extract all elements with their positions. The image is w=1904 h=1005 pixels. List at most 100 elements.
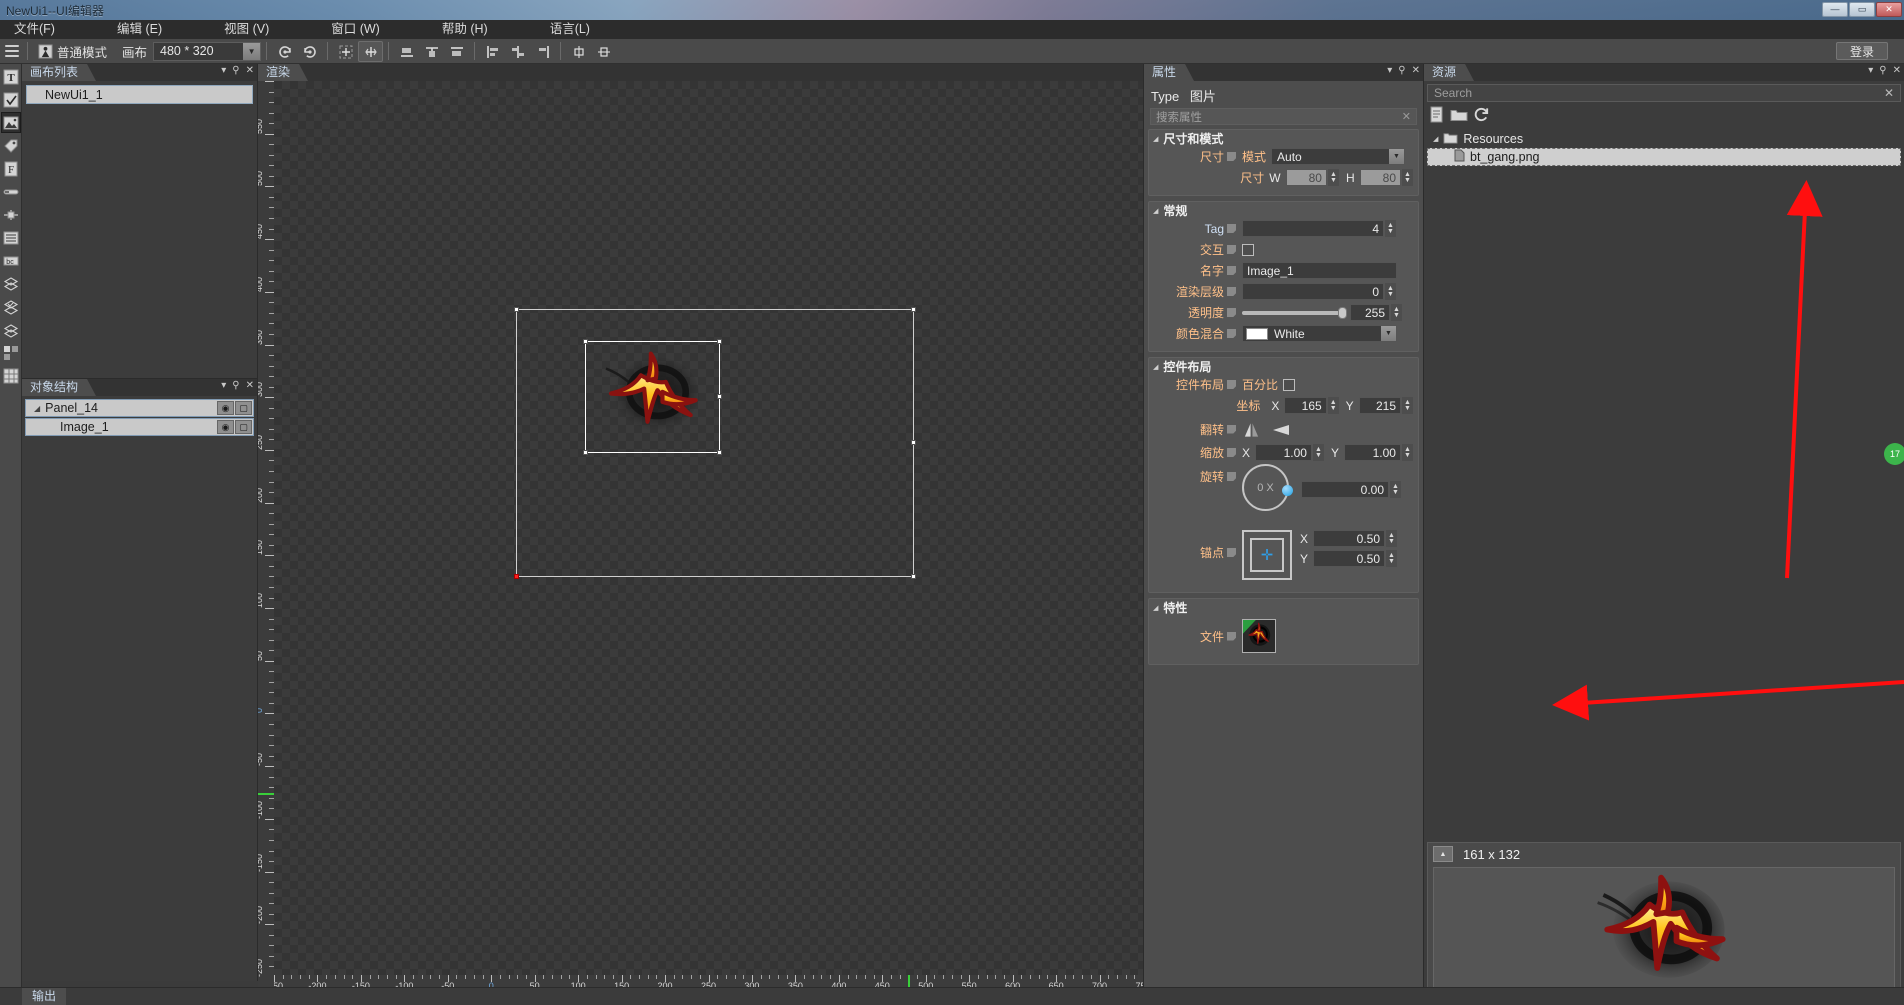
undo-button[interactable]: [272, 41, 297, 62]
keyframe-icon[interactable]: [1227, 631, 1236, 641]
flip-vertical-icon[interactable]: [1270, 421, 1289, 438]
image-tool-button[interactable]: [0, 112, 21, 133]
percent-checkbox[interactable]: [1283, 378, 1296, 391]
minimize-button[interactable]: —: [1822, 2, 1848, 17]
height-field[interactable]: 80: [1359, 169, 1401, 186]
slider-tool-button[interactable]: [1, 204, 21, 225]
name-field[interactable]: Image_1: [1242, 262, 1397, 279]
canvas-list-item[interactable]: NewUi1_1: [26, 85, 253, 104]
slider-thumb[interactable]: [1338, 306, 1347, 319]
img-handle-mr[interactable]: [717, 394, 722, 399]
menu-language[interactable]: 语言(L): [540, 20, 600, 39]
rotation-stepper[interactable]: ▲ ▼: [1390, 481, 1401, 498]
lock-icon[interactable]: ▢: [235, 401, 252, 415]
menu-view[interactable]: 视图 (V): [214, 20, 279, 39]
keyframe-icon[interactable]: [1227, 224, 1236, 233]
align-bottom-button[interactable]: [394, 41, 419, 62]
width-field[interactable]: 80: [1285, 169, 1327, 186]
menu-hamburger-icon[interactable]: [2, 40, 22, 62]
login-button[interactable]: 登录: [1836, 42, 1888, 60]
menu-edit[interactable]: 编辑 (E): [107, 20, 172, 39]
scale-x-stepper[interactable]: ▲ ▼: [1312, 444, 1324, 461]
scale-x-field[interactable]: 1.00: [1255, 444, 1312, 461]
tree-row-panel[interactable]: ◢ Panel_14 ◉ ▢: [25, 399, 254, 417]
tab-canvas-list[interactable]: 画布列表: [22, 64, 96, 81]
layers-check-tool-button[interactable]: [1, 296, 21, 317]
width-stepper[interactable]: ▲ ▼: [1327, 169, 1339, 186]
scale-y-field[interactable]: 1.00: [1344, 444, 1401, 461]
anchor-picker[interactable]: ✛: [1242, 530, 1292, 580]
tab-properties[interactable]: 属性: [1144, 64, 1194, 81]
redo-button[interactable]: [297, 41, 322, 62]
img-handle-br[interactable]: [717, 450, 722, 455]
close-icon[interactable]: ✕: [246, 380, 254, 392]
opacity-slider[interactable]: [1242, 306, 1347, 319]
collapse-icon[interactable]: ◢: [1153, 604, 1158, 612]
progressbar-tool-button[interactable]: [1, 181, 21, 202]
property-search-input[interactable]: 搜索属性 ✕: [1150, 108, 1417, 125]
lock-icon[interactable]: ▢: [235, 420, 252, 434]
notification-badge[interactable]: 17: [1884, 443, 1904, 465]
rotation-dial[interactable]: 0 X: [1242, 464, 1293, 511]
close-icon[interactable]: ✕: [1878, 86, 1894, 100]
color-blend-select[interactable]: White ▼: [1242, 325, 1397, 342]
close-icon[interactable]: ✕: [1397, 110, 1411, 123]
anchor-x-stepper[interactable]: ▲ ▼: [1386, 530, 1398, 547]
close-icon[interactable]: ✕: [1893, 65, 1901, 77]
tab-render[interactable]: 渲染: [258, 64, 308, 81]
canvas-size-select[interactable]: 480 * 320 ▼: [153, 41, 262, 61]
keyframe-icon[interactable]: [1227, 329, 1236, 338]
tree-row-image[interactable]: Image_1 ◉ ▢: [25, 418, 254, 436]
resize-handle-tr[interactable]: [911, 307, 916, 312]
resize-handle-br[interactable]: [911, 574, 916, 579]
expander-icon[interactable]: ◢: [34, 404, 40, 413]
keyframe-icon[interactable]: [1227, 424, 1236, 434]
rotation-dial-knob[interactable]: [1282, 485, 1293, 496]
chevron-down-icon[interactable]: ▾: [221, 65, 226, 77]
refresh-icon[interactable]: [1473, 106, 1490, 126]
chevron-up-icon[interactable]: ▲: [1433, 846, 1453, 862]
expander-icon[interactable]: ◢: [1433, 135, 1438, 143]
align-hcenter-button[interactable]: [505, 41, 530, 62]
tab-resources[interactable]: 资源: [1424, 64, 1474, 81]
keyframe-icon[interactable]: [1227, 308, 1236, 317]
distribute-h-button[interactable]: [591, 41, 616, 62]
chevron-down-icon[interactable]: ▾: [221, 380, 226, 392]
rotation-field[interactable]: 0.00: [1301, 481, 1389, 498]
chevron-down-icon[interactable]: ▼: [1381, 326, 1396, 341]
grid-tool-button[interactable]: [1, 342, 21, 363]
render-order-field[interactable]: 0: [1242, 283, 1384, 300]
folder-icon[interactable]: [1450, 106, 1468, 126]
flip-horizontal-icon[interactable]: [1242, 421, 1261, 438]
keyframe-icon[interactable]: [1227, 266, 1236, 275]
collapse-icon[interactable]: ◢: [1153, 363, 1158, 371]
collapse-icon[interactable]: ◢: [1153, 135, 1158, 143]
align-center-node-button[interactable]: [358, 40, 384, 62]
chevron-down-icon[interactable]: ▾: [1387, 65, 1392, 77]
align-right-button[interactable]: [530, 41, 555, 62]
vertical-ruler[interactable]: 600550500450400350300250200150100500-50-…: [258, 81, 274, 977]
tab-output[interactable]: 输出: [22, 988, 67, 1005]
opacity-stepper[interactable]: ▲ ▼: [1391, 304, 1402, 321]
chevron-down-icon[interactable]: ▼: [1389, 149, 1405, 164]
close-icon[interactable]: ✕: [1412, 65, 1420, 77]
checkbox-tool-button[interactable]: [1, 89, 21, 110]
coord-x-stepper[interactable]: ▲ ▼: [1327, 397, 1339, 414]
img-handle-tr[interactable]: [717, 339, 722, 344]
tag-stepper[interactable]: ▲ ▼: [1385, 220, 1396, 237]
keyframe-icon[interactable]: [1227, 472, 1236, 481]
new-file-icon[interactable]: [1429, 106, 1445, 126]
design-canvas[interactable]: [274, 81, 1143, 975]
layers-alt-tool-button[interactable]: [1, 319, 21, 340]
normal-mode-button[interactable]: 普通模式: [33, 41, 112, 62]
pin-icon[interactable]: ⚲: [232, 380, 239, 392]
pin-icon[interactable]: ⚲: [1398, 65, 1405, 77]
height-stepper[interactable]: ▲ ▼: [1402, 169, 1413, 186]
menu-help[interactable]: 帮助 (H): [432, 20, 498, 39]
resize-handle-mr[interactable]: [911, 440, 916, 445]
resource-search-input[interactable]: Search ✕: [1427, 84, 1901, 102]
align-left-button[interactable]: [480, 41, 505, 62]
file-thumbnail-button[interactable]: [1242, 619, 1276, 653]
resize-handle-tl[interactable]: [514, 307, 519, 312]
interactive-checkbox[interactable]: [1242, 243, 1254, 256]
